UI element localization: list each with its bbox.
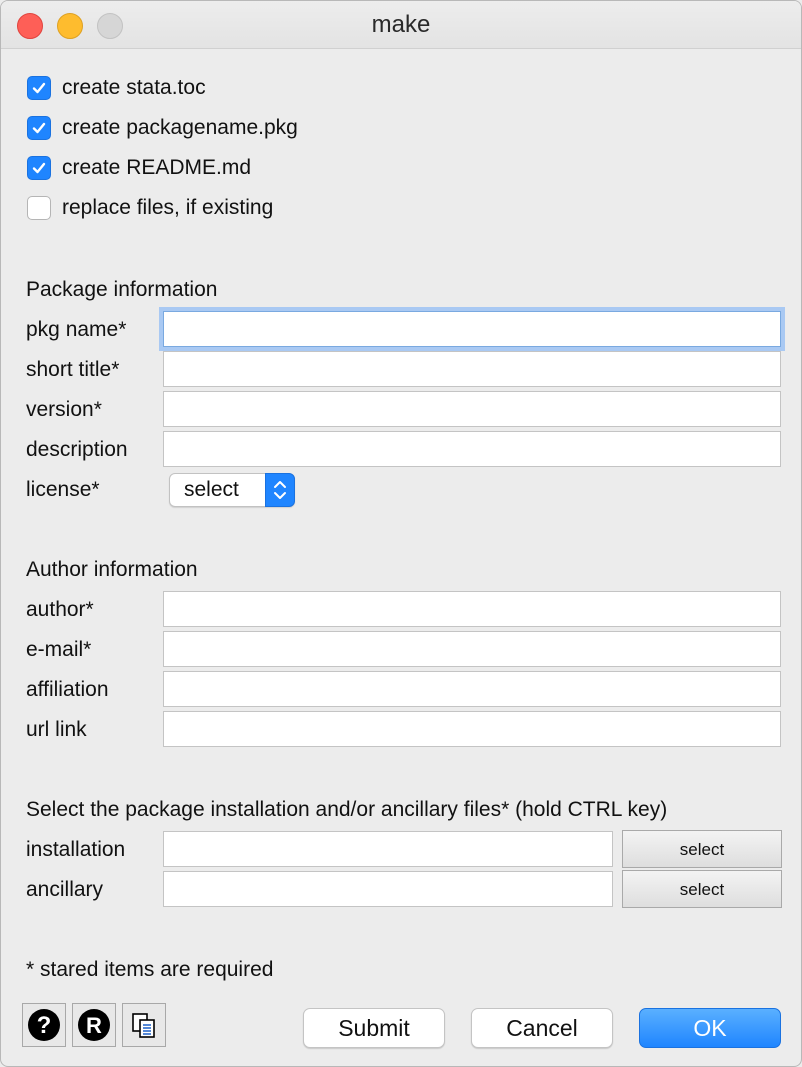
checkbox-create-pkg[interactable]: [27, 116, 51, 140]
dialog-window: make create stata.toc create packagename…: [0, 0, 802, 1067]
ancillary-field[interactable]: [163, 871, 613, 907]
window-title: make: [371, 11, 431, 38]
ancillary-select-button[interactable]: select: [622, 870, 782, 908]
url-field[interactable]: [163, 711, 781, 747]
svg-text:R: R: [86, 1013, 102, 1038]
ok-button[interactable]: OK: [639, 1008, 781, 1048]
author-label: author*: [26, 598, 94, 621]
r-icon: R: [78, 1009, 110, 1041]
email-field[interactable]: [163, 631, 781, 667]
license-select[interactable]: select: [169, 473, 295, 507]
checkmark-icon: [32, 122, 46, 134]
email-input[interactable]: [164, 632, 780, 666]
author-field[interactable]: [163, 591, 781, 627]
short-title-field[interactable]: [163, 351, 781, 387]
pkg-name-label: pkg name*: [26, 318, 127, 341]
files-section-heading: Select the package installation and/or a…: [26, 798, 668, 821]
checkbox-replace-files[interactable]: [27, 196, 51, 220]
description-label: description: [26, 438, 128, 461]
option-label-stata-toc: create stata.toc: [62, 76, 206, 99]
cancel-button[interactable]: Cancel: [471, 1008, 613, 1048]
affiliation-field[interactable]: [163, 671, 781, 707]
help-button[interactable]: ?: [22, 1003, 66, 1047]
option-label-readme: create README.md: [62, 156, 252, 179]
option-label-replace: replace files, if existing: [62, 196, 274, 219]
affiliation-input[interactable]: [164, 672, 780, 706]
author-section-heading: Author information: [26, 558, 198, 581]
license-select-value: select: [184, 478, 239, 501]
r-button[interactable]: R: [72, 1003, 116, 1047]
url-label: url link: [26, 718, 87, 741]
required-note: * stared items are required: [26, 958, 274, 981]
installation-field[interactable]: [163, 831, 613, 867]
email-label: e-mail*: [26, 638, 92, 661]
installation-select-button[interactable]: select: [622, 830, 782, 868]
short-title-input[interactable]: [164, 352, 780, 386]
url-input[interactable]: [164, 712, 780, 746]
option-label-pkg: create packagename.pkg: [62, 116, 298, 139]
version-label: version*: [26, 398, 102, 421]
short-title-label: short title*: [26, 358, 120, 381]
description-field[interactable]: [163, 431, 781, 467]
pkg-name-input[interactable]: [164, 312, 780, 346]
svg-text:?: ?: [37, 1012, 52, 1039]
affiliation-label: affiliation: [26, 678, 109, 701]
copy-icon: [132, 1013, 155, 1038]
title-bar: make: [1, 1, 801, 49]
license-label: license*: [26, 478, 100, 501]
package-section-heading: Package information: [26, 278, 218, 301]
checkbox-create-readme[interactable]: [27, 156, 51, 180]
author-input[interactable]: [164, 592, 780, 626]
version-field[interactable]: [163, 391, 781, 427]
ancillary-input[interactable]: [164, 872, 612, 906]
checkmark-icon: [32, 162, 46, 174]
version-input[interactable]: [164, 392, 780, 426]
checkmark-icon: [32, 82, 46, 94]
ancillary-label: ancillary: [26, 878, 104, 901]
help-icon: ?: [28, 1009, 60, 1041]
updown-chevron-icon: [265, 473, 295, 507]
description-input[interactable]: [164, 432, 780, 466]
installation-input[interactable]: [164, 832, 612, 866]
pkg-name-field[interactable]: [163, 311, 781, 347]
copy-button[interactable]: [122, 1003, 166, 1047]
checkbox-create-stata-toc[interactable]: [27, 76, 51, 100]
installation-label: installation: [26, 838, 126, 861]
submit-button[interactable]: Submit: [303, 1008, 445, 1048]
